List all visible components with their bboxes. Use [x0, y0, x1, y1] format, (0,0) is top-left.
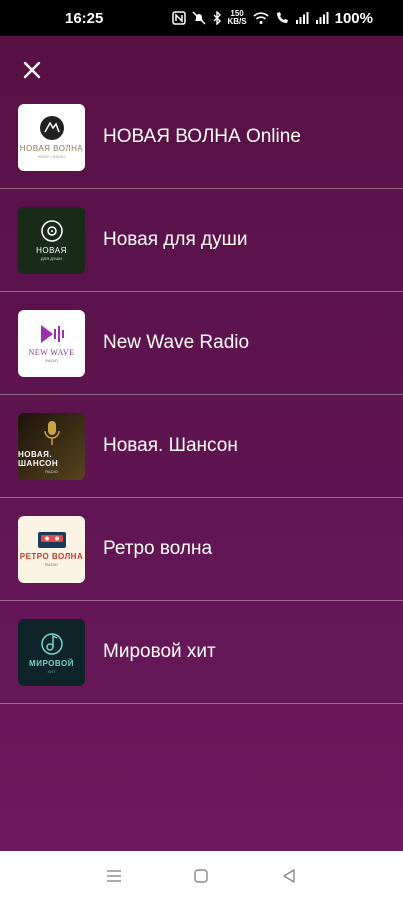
station-logo: МИРОВОЙ ХИТ [18, 618, 85, 686]
station-logo: НОВАЯ ДЛЯ ДУШИ [18, 206, 85, 274]
close-icon [23, 61, 41, 79]
net-speed-unit: KB/S [227, 17, 247, 26]
nfc-icon [171, 11, 186, 25]
station-logo-text: МИРОВОЙ [29, 659, 74, 668]
status-icons: 150 KB/S 100% [171, 9, 373, 27]
status-time: 16:25 [65, 9, 104, 27]
home-icon [194, 868, 209, 883]
battery-level: 100% [334, 9, 373, 27]
station-name: Мировой хит [103, 641, 216, 662]
play-wave-logo-icon [40, 325, 64, 343]
menu-icon [106, 869, 121, 882]
station-logo-text: НОВАЯ ВОЛНА [19, 144, 84, 153]
cassette-logo-icon [37, 532, 66, 548]
navigation-bar [0, 851, 403, 900]
wifi-icon [253, 11, 269, 25]
close-button[interactable] [18, 56, 46, 84]
wave-logo-icon [39, 116, 64, 140]
music-note-logo-icon [40, 633, 63, 655]
back-button[interactable] [277, 864, 301, 888]
station-logo-subtext: RADIO [45, 468, 58, 474]
station-name: Новая для души [103, 229, 248, 250]
bell-off-icon [191, 11, 206, 25]
station-logo-text: РЕТРО ВОЛНА [19, 552, 84, 561]
station-logo-subtext: RADIO [45, 562, 58, 567]
vinyl-logo-icon [40, 220, 63, 242]
station-item[interactable]: МИРОВОЙ ХИТ Мировой хит [0, 601, 403, 704]
station-logo-subtext: ХИТ [47, 669, 56, 674]
station-logo-text: NEW WAVE [28, 348, 75, 357]
station-item[interactable]: НОВАЯ. ШАНСОН RADIO Новая. Шансон [0, 395, 403, 498]
station-name: Новая. Шансон [103, 435, 238, 456]
station-logo-text: НОВАЯ. ШАНСОН [18, 449, 59, 468]
menu-button[interactable] [102, 864, 126, 888]
station-item[interactable]: НОВАЯ ВОЛНА WAVE • RADIO НОВАЯ ВОЛНА Onl… [0, 86, 403, 189]
station-logo-subtext: WAVE • RADIO [37, 154, 66, 159]
signal-icon [315, 11, 329, 25]
back-icon [283, 868, 295, 883]
station-logo-subtext: ДЛЯ ДУШИ [40, 256, 63, 261]
station-logo-subtext: RADIO [45, 358, 58, 363]
station-logo: NEW WAVE RADIO [18, 309, 85, 377]
signal-icon [295, 11, 309, 25]
microphone-logo-icon [43, 420, 60, 445]
net-speed: 150 KB/S [228, 10, 247, 26]
station-name: НОВАЯ ВОЛНА Online [103, 126, 301, 147]
station-item[interactable]: РЕТРО ВОЛНА RADIO Ретро волна [0, 498, 403, 601]
station-item[interactable]: NEW WAVE RADIO New Wave Radio [0, 292, 403, 395]
station-item[interactable]: НОВАЯ ДЛЯ ДУШИ Новая для души [0, 189, 403, 292]
wifi-call-icon [275, 11, 289, 25]
status-bar: 16:25 150 KB/S 100% [0, 0, 403, 36]
station-list-panel: НОВАЯ ВОЛНА WAVE • RADIO НОВАЯ ВОЛНА Onl… [0, 36, 403, 851]
station-logo: НОВАЯ ВОЛНА WAVE • RADIO [18, 103, 85, 171]
station-list: НОВАЯ ВОЛНА WAVE • RADIO НОВАЯ ВОЛНА Onl… [0, 86, 403, 704]
station-logo-text: НОВАЯ [36, 246, 67, 255]
bluetooth-icon [212, 11, 222, 25]
station-name: New Wave Radio [103, 332, 250, 353]
station-name: Ретро волна [103, 538, 213, 559]
home-button[interactable] [189, 864, 213, 888]
station-logo: НОВАЯ. ШАНСОН RADIO [18, 412, 85, 480]
station-logo: РЕТРО ВОЛНА RADIO [18, 515, 85, 583]
